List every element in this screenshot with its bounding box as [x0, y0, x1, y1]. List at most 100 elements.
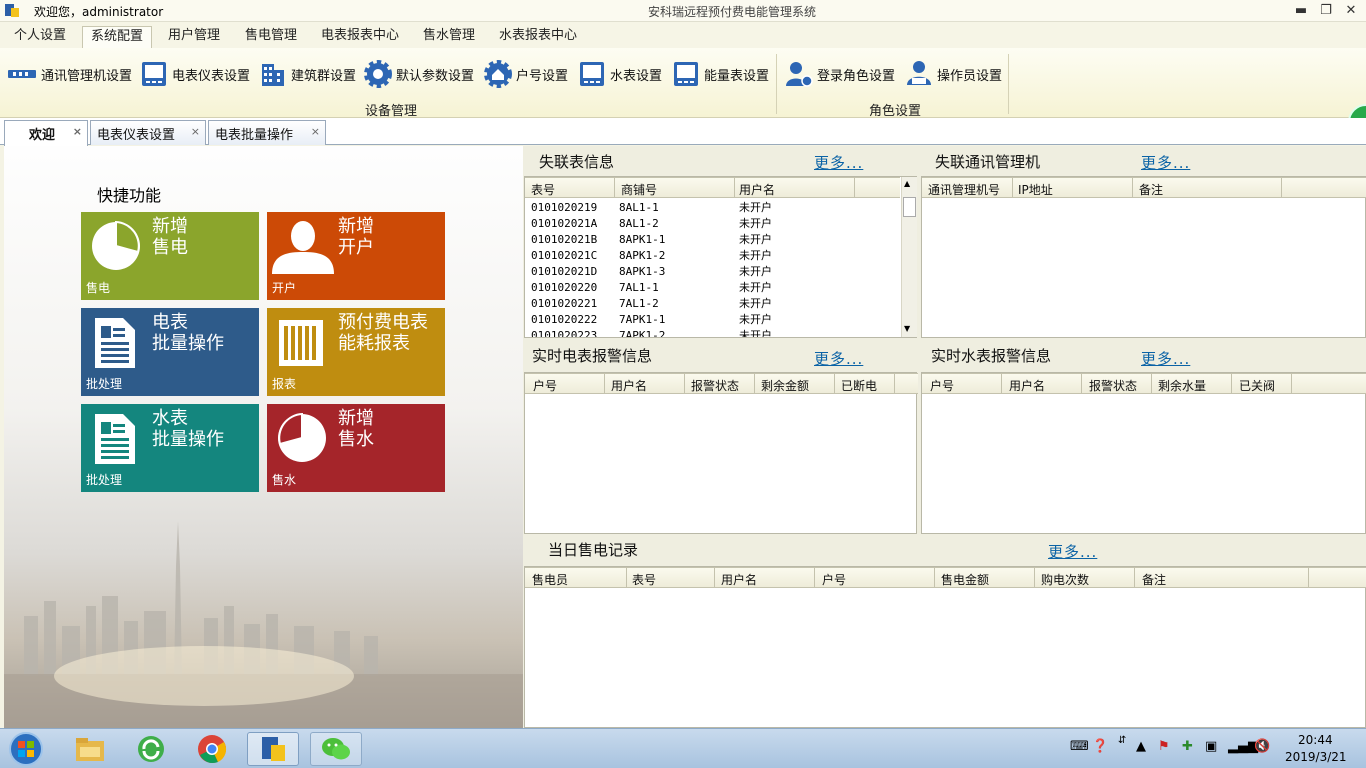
tab-welcome[interactable]: 欢迎 × [4, 120, 88, 146]
restore-button[interactable]: ❐ [1315, 2, 1337, 20]
tile-new-electricity-sale[interactable]: 新增 售电 售电 [81, 212, 259, 300]
menu-water-sales[interactable]: 售水管理 [416, 26, 482, 48]
minimize-button[interactable]: ▬ [1290, 2, 1312, 20]
menu-electricity-sales[interactable]: 售电管理 [238, 26, 304, 48]
col-power-cut[interactable]: 已断电 [841, 377, 877, 393]
scroll-thumb[interactable] [903, 197, 916, 217]
clock-time[interactable]: 20:44 [1298, 733, 1333, 747]
col-remark[interactable]: 备注 [1142, 571, 1166, 587]
col-sale-amount[interactable]: 售电金额 [941, 571, 989, 587]
col-meter-no[interactable]: 表号 [632, 571, 656, 587]
col-shop-no[interactable]: 商铺号 [621, 181, 657, 197]
cell-shop-no[interactable]: 8APK1-1 [619, 232, 665, 248]
taskbar-explorer[interactable] [64, 732, 116, 766]
energy-meter-settings-button[interactable]: 能量表设置 [671, 58, 769, 90]
cell-user-name[interactable]: 未开户 [739, 232, 772, 248]
col-seller[interactable]: 售电员 [532, 571, 568, 587]
tile-new-account[interactable]: 新增 开户 开户 [267, 212, 445, 300]
col-account[interactable]: 户号 [930, 377, 954, 393]
start-button[interactable] [2, 732, 50, 766]
cell-shop-no[interactable]: 8AL1-2 [619, 216, 659, 232]
cell-user-name[interactable]: 未开户 [739, 248, 772, 264]
keyboard-icon[interactable]: ⌨ [1070, 739, 1089, 754]
col-water-left[interactable]: 剩余水量 [1158, 377, 1206, 393]
lost-comm-more-link[interactable]: 更多... [1141, 152, 1190, 173]
cell-shop-no[interactable]: 7AL1-2 [619, 296, 659, 312]
help-icon[interactable]: ❓ [1092, 739, 1108, 754]
tab-close-icon[interactable]: × [311, 125, 320, 138]
scroll-down-icon[interactable]: ▼ [904, 324, 910, 333]
cell-meter-no[interactable]: 0101020220 [531, 280, 597, 296]
cell-shop-no[interactable]: 8APK1-3 [619, 264, 665, 280]
col-user-name[interactable]: 用户名 [739, 181, 775, 197]
comm-manager-settings-button[interactable]: 通讯管理机设置 [6, 58, 132, 90]
default-params-button[interactable]: 默认参数设置 [363, 58, 474, 90]
security-alert-icon[interactable]: ⚑ [1158, 739, 1170, 754]
col-user-name[interactable]: 用户名 [611, 377, 647, 393]
cell-user-name[interactable]: 未开户 [739, 200, 772, 216]
menu-personal[interactable]: 个人设置 [6, 26, 74, 48]
account-settings-button[interactable]: 户号设置 [483, 58, 568, 90]
cell-shop-no[interactable]: 7APK1-1 [619, 312, 665, 328]
taskbar-wechat[interactable] [310, 732, 362, 766]
close-button[interactable]: ✕ [1340, 2, 1362, 20]
cell-meter-no[interactable]: 0101020219 [531, 200, 597, 216]
cell-meter-no[interactable]: 0101020222 [531, 312, 597, 328]
water-meter-settings-button[interactable]: 水表设置 [577, 58, 662, 90]
menu-meter-reports[interactable]: 电表报表中心 [314, 26, 406, 48]
col-alarm-status[interactable]: 报警状态 [1089, 377, 1137, 393]
col-user-name[interactable]: 用户名 [1009, 377, 1045, 393]
col-user-name[interactable]: 用户名 [721, 571, 757, 587]
menu-water-reports[interactable]: 水表报表中心 [492, 26, 584, 48]
usb-device-icon[interactable]: ▣ [1205, 739, 1217, 754]
taskbar-app-active[interactable] [247, 732, 299, 766]
cell-meter-no[interactable]: 0101020223 [531, 328, 597, 337]
col-account[interactable]: 户号 [533, 377, 557, 393]
cell-shop-no[interactable]: 8APK1-2 [619, 248, 665, 264]
tile-water-batch[interactable]: 水表 批量操作 批处理 [81, 404, 259, 492]
tab-meter-batch[interactable]: 电表批量操作 × [208, 120, 326, 145]
cell-user-name[interactable]: 未开户 [739, 312, 772, 328]
tab-meter-settings[interactable]: 电表仪表设置 × [90, 120, 206, 145]
show-hidden-icons[interactable]: ▲ [1136, 739, 1146, 754]
cell-meter-no[interactable]: 010102021D [531, 264, 597, 280]
cell-user-name[interactable]: 未开户 [739, 296, 772, 312]
tab-close-icon[interactable]: × [191, 125, 200, 138]
cell-meter-no[interactable]: 010102021A [531, 216, 597, 232]
cell-user-name[interactable]: 未开户 [739, 280, 772, 296]
taskbar-ie[interactable] [125, 732, 177, 766]
elec-alarm-more-link[interactable]: 更多... [814, 348, 863, 369]
operator-settings-button[interactable]: 操作员设置 [904, 58, 1002, 90]
col-comm-no[interactable]: 通讯管理机号 [928, 181, 1000, 197]
tile-energy-report[interactable]: 预付费电表 能耗报表 报表 [267, 308, 445, 396]
tab-close-icon[interactable]: × [73, 125, 82, 138]
menu-system-config[interactable]: 系统配置 [82, 26, 152, 48]
daily-sales-more-link[interactable]: 更多... [1048, 541, 1097, 562]
col-alarm-status[interactable]: 报警状态 [691, 377, 739, 393]
login-role-settings-button[interactable]: 登录角色设置 [784, 58, 895, 90]
cell-shop-no[interactable]: 7APK1-2 [619, 328, 665, 337]
lost-meters-more-link[interactable]: 更多... [814, 152, 863, 173]
taskbar-chrome[interactable] [186, 732, 238, 766]
col-purchase-count[interactable]: 购电次数 [1041, 571, 1089, 587]
tile-meter-batch[interactable]: 电表 批量操作 批处理 [81, 308, 259, 396]
col-remark[interactable]: 备注 [1139, 181, 1163, 197]
col-ip[interactable]: IP地址 [1018, 181, 1053, 197]
water-alarm-more-link[interactable]: 更多... [1141, 348, 1190, 369]
col-meter-no[interactable]: 表号 [531, 181, 555, 197]
col-balance[interactable]: 剩余金额 [761, 377, 809, 393]
scroll-up-icon[interactable]: ▲ [904, 179, 910, 188]
col-valve-closed[interactable]: 已关阀 [1239, 377, 1275, 393]
cell-meter-no[interactable]: 010102021B [531, 232, 597, 248]
volume-muted-icon[interactable]: 🔇 [1254, 739, 1270, 754]
cell-user-name[interactable]: 未开户 [739, 328, 772, 337]
cell-shop-no[interactable]: 7AL1-1 [619, 280, 659, 296]
col-account[interactable]: 户号 [822, 571, 846, 587]
menu-user-management[interactable]: 用户管理 [160, 26, 228, 48]
cell-user-name[interactable]: 未开户 [739, 216, 772, 232]
cell-shop-no[interactable]: 8AL1-1 [619, 200, 659, 216]
meter-settings-button[interactable]: 电表仪表设置 [139, 58, 250, 90]
antivirus-icon[interactable]: ✚ [1182, 739, 1193, 754]
language-icon[interactable]: ⇵ [1118, 735, 1126, 746]
cell-meter-no[interactable]: 010102021C [531, 248, 597, 264]
